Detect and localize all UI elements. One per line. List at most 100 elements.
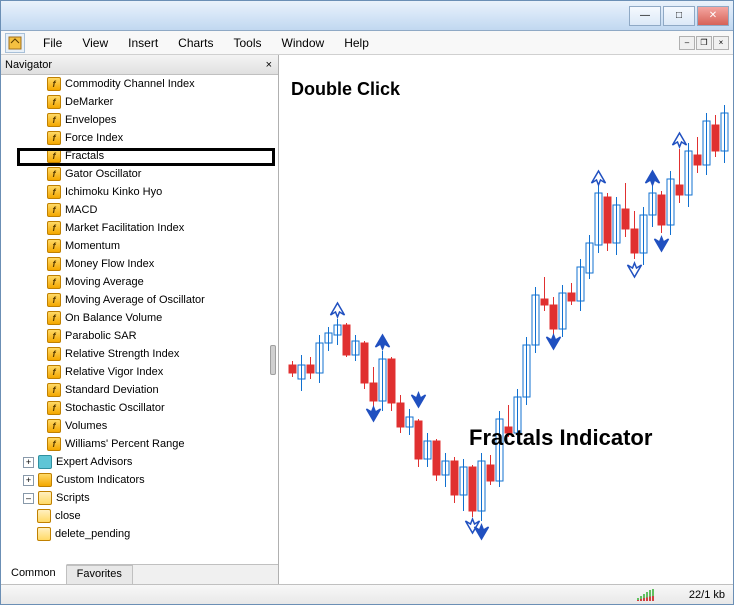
menu-window[interactable]: Window: [272, 34, 335, 52]
indicator-f-icon: f: [47, 185, 61, 199]
indicator-f-icon: f: [47, 221, 61, 235]
indicator-item[interactable]: f Moving Average of Oscillator: [1, 291, 278, 309]
indicator-label: Ichimoku Kinko Hyo: [65, 186, 162, 198]
navigator-header[interactable]: Navigator ×: [1, 55, 278, 75]
scripts-icon: [38, 491, 52, 505]
indicator-f-icon: f: [47, 293, 61, 307]
script-item[interactable]: close: [1, 507, 278, 525]
indicator-f-icon: f: [47, 329, 61, 343]
indicator-label: Money Flow Index: [65, 258, 154, 270]
titlebar: — □ ✕: [1, 1, 733, 31]
maximize-button[interactable]: □: [663, 6, 695, 26]
indicator-label: Fractals: [65, 150, 104, 162]
mdi-close[interactable]: ×: [713, 36, 729, 50]
content-area: Navigator × fCommodity Channel IndexfDeM…: [1, 55, 733, 584]
script-item-label: close: [55, 510, 81, 522]
expander-icon[interactable]: +: [23, 457, 34, 468]
indicator-item[interactable]: fOn Balance Volume: [1, 309, 278, 327]
indicator-item[interactable]: fFractals: [1, 147, 278, 165]
indicator-item[interactable]: f Envelopes: [1, 111, 278, 129]
expander-icon[interactable]: +: [23, 475, 34, 486]
indicator-label: Moving Average of Oscillator: [65, 294, 205, 306]
menu-tools[interactable]: Tools: [224, 34, 272, 52]
expert-advisors[interactable]: + Expert Advisors: [1, 453, 278, 471]
close-button[interactable]: ✕: [697, 6, 729, 26]
custom-indicators-label: Custom Indicators: [56, 474, 145, 486]
indicator-item[interactable]: f Volumes: [1, 417, 278, 435]
indicator-f-icon: f: [47, 167, 61, 181]
indicator-f-icon: f: [47, 275, 61, 289]
indicator-label: Williams' Percent Range: [65, 438, 184, 450]
candlestick-chart: [279, 55, 733, 565]
mdi-minimize[interactable]: –: [679, 36, 695, 50]
indicator-label: Force Index: [65, 132, 123, 144]
indicator-item[interactable]: f Williams' Percent Range: [1, 435, 278, 453]
tab-favorites[interactable]: Favorites: [67, 565, 133, 584]
indicator-label: Parabolic SAR: [65, 330, 137, 342]
scripts-label: Scripts: [56, 492, 90, 504]
indicator-item[interactable]: fCommodity Channel Index: [1, 75, 278, 93]
menu-view[interactable]: View: [72, 34, 118, 52]
indicator-item[interactable]: fMACD: [1, 201, 278, 219]
indicator-f-icon: f: [47, 383, 61, 397]
indicator-item[interactable]: f Momentum: [1, 237, 278, 255]
mdi-controls: – ❐ ×: [678, 36, 729, 50]
indicator-f-icon: f: [47, 437, 61, 451]
indicator-item[interactable]: fGator Oscillator: [1, 165, 278, 183]
chart-area: Double Click Fractals Indicator: [279, 55, 733, 584]
indicator-item[interactable]: f Ichimoku Kinko Hyo: [1, 183, 278, 201]
expert-advisors-label: Expert Advisors: [56, 456, 132, 468]
indicator-label: Envelopes: [65, 114, 116, 126]
indicator-item[interactable]: fRelative Strength Index: [1, 345, 278, 363]
indicator-item[interactable]: fDeMarker: [1, 93, 278, 111]
app-icon[interactable]: [5, 33, 25, 53]
mdi-restore[interactable]: ❐: [696, 36, 712, 50]
indicator-f-icon: f: [47, 257, 61, 271]
expander-icon[interactable]: –: [23, 493, 34, 504]
indicator-f-icon: f: [47, 401, 61, 415]
scrollbar-handle[interactable]: [270, 345, 276, 375]
indicator-item[interactable]: f Standard Deviation: [1, 381, 278, 399]
menu-file[interactable]: File: [33, 34, 72, 52]
indicator-item[interactable]: fMarket Facilitation Index: [1, 219, 278, 237]
app-window: — □ ✕ File View Insert Charts Tools Wind…: [0, 0, 734, 605]
indicator-label: Standard Deviation: [65, 384, 159, 396]
indicator-item[interactable]: f Parabolic SAR: [1, 327, 278, 345]
expert-advisors-icon: [38, 455, 52, 469]
scripts[interactable]: – Scripts: [1, 489, 278, 507]
indicator-item[interactable]: f Money Flow Index: [1, 255, 278, 273]
navigator-title: Navigator: [5, 59, 52, 71]
minimize-button[interactable]: —: [629, 6, 661, 26]
indicator-f-icon: f: [47, 419, 61, 433]
script-item-label: delete_pending: [55, 528, 130, 540]
indicator-item[interactable]: f Stochastic Oscillator: [1, 399, 278, 417]
indicator-item[interactable]: fRelative Vigor Index: [1, 363, 278, 381]
menu-help[interactable]: Help: [334, 34, 379, 52]
custom-indicators[interactable]: + Custom Indicators: [1, 471, 278, 489]
navigator-panel: Navigator × fCommodity Channel IndexfDeM…: [1, 55, 279, 584]
navigator-tree[interactable]: fCommodity Channel IndexfDeMarkerfEnvelo…: [1, 75, 278, 564]
script-item[interactable]: delete_pending: [1, 525, 278, 543]
navigator-tabs: Common Favorites: [1, 564, 278, 584]
indicator-label: Moving Average: [65, 276, 144, 288]
indicator-label: Stochastic Oscillator: [65, 402, 165, 414]
menu-insert[interactable]: Insert: [118, 34, 168, 52]
indicator-label: Commodity Channel Index: [65, 78, 195, 90]
indicator-label: Relative Vigor Index: [65, 366, 163, 378]
script-item-icon: [37, 509, 51, 523]
indicator-label: MACD: [65, 204, 97, 216]
indicator-label: Momentum: [65, 240, 120, 252]
chart-canvas[interactable]: Double Click Fractals Indicator: [279, 55, 733, 584]
indicator-f-icon: f: [47, 239, 61, 253]
menu-charts[interactable]: Charts: [168, 34, 223, 52]
script-item-icon: [37, 527, 51, 541]
statusbar: 22/1 kb: [1, 584, 733, 604]
indicator-label: Relative Strength Index: [65, 348, 179, 360]
indicator-f-icon: f: [47, 113, 61, 127]
navigator-close-icon[interactable]: ×: [264, 59, 274, 71]
indicator-item[interactable]: f Moving Average: [1, 273, 278, 291]
indicator-label: DeMarker: [65, 96, 113, 108]
indicator-label: Volumes: [65, 420, 107, 432]
tab-common[interactable]: Common: [1, 564, 67, 584]
indicator-item[interactable]: fForce Index: [1, 129, 278, 147]
